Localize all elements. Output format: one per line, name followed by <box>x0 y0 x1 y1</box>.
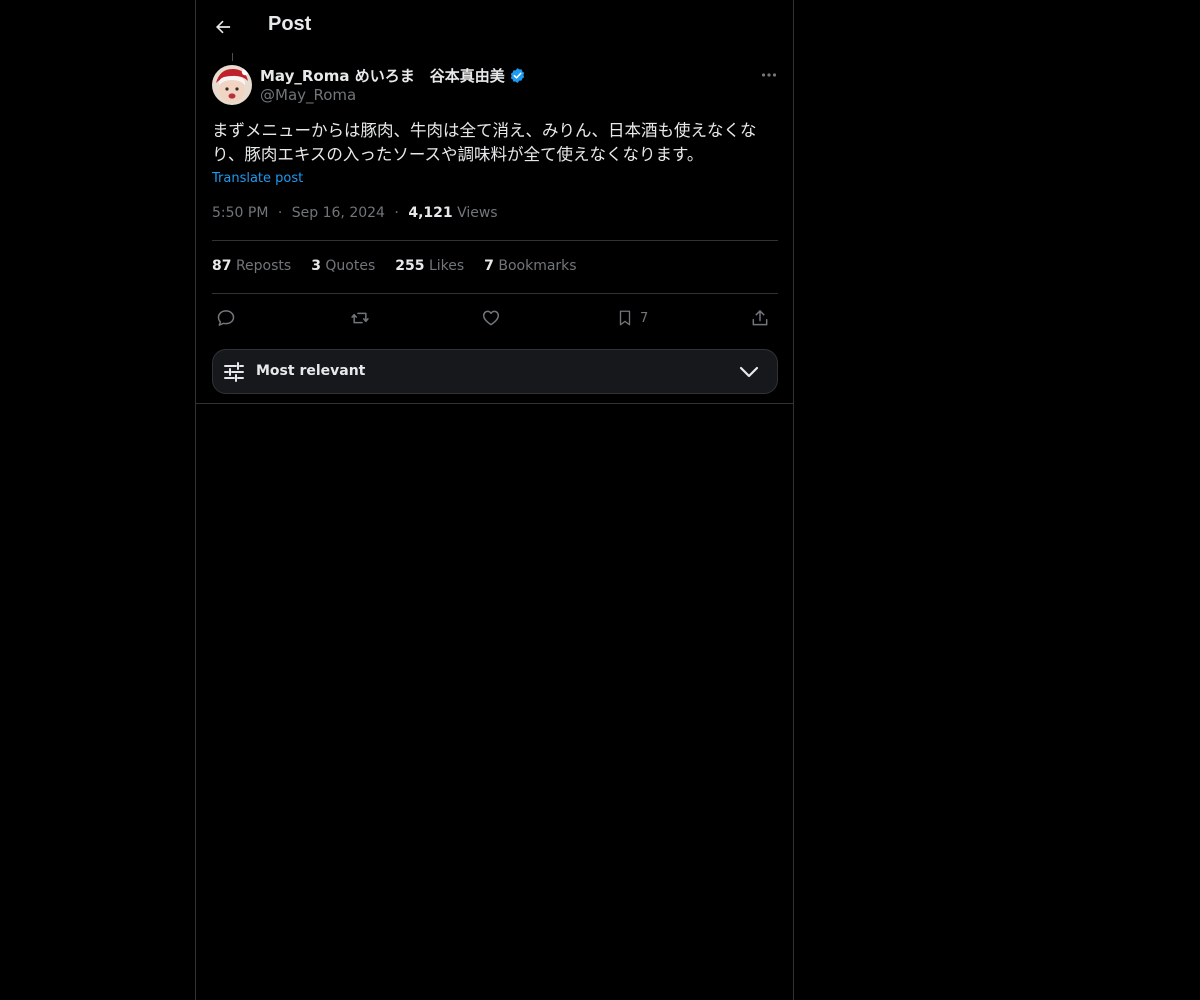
repost-icon <box>351 312 369 324</box>
post-time[interactable]: 5:50 PM <box>212 205 268 221</box>
share-button[interactable] <box>750 303 770 333</box>
likes-label: Likes <box>428 258 465 274</box>
post-meta: 5:50 PM · Sep 16, 2024 · 4,121 Views <box>212 205 498 221</box>
likes-count: 255 <box>395 258 425 274</box>
back-button[interactable] <box>206 10 240 44</box>
page-title: Post <box>268 13 312 35</box>
main-column: Post May_Roma めいろま 谷本真由美 @May_Roma まずメニュ… <box>195 0 794 1000</box>
bookmarks-count: 7 <box>484 258 494 274</box>
like-button[interactable] <box>481 303 501 333</box>
views-label: Views <box>457 205 498 221</box>
quotes-count: 3 <box>311 258 321 274</box>
verified-badge-icon[interactable] <box>509 67 526 84</box>
reposts-stat[interactable]: 87 Reposts <box>212 258 291 274</box>
post-text: まずメニューからは豚肉、牛肉は全て消え、みりん、日本酒も使えなくなり、豚肉エキス… <box>212 121 757 164</box>
bookmark-icon <box>619 310 631 326</box>
post-actions: 7 <box>212 303 778 333</box>
divider <box>212 240 778 241</box>
reply-icon <box>217 310 235 326</box>
divider <box>212 293 778 294</box>
thread-line <box>232 53 233 61</box>
meta-separator: · <box>277 205 283 221</box>
views-count: 4,121 <box>408 205 453 221</box>
repost-button[interactable] <box>349 303 371 333</box>
author-name-row: May_Roma めいろま 谷本真由美 <box>260 64 526 86</box>
bookmark-count: 7 <box>640 310 649 326</box>
meta-separator: · <box>394 205 399 221</box>
post-date[interactable]: Sep 16, 2024 <box>292 205 385 221</box>
avatar-image <box>212 65 252 105</box>
reply-sort-dropdown[interactable]: Most relevant <box>212 349 778 394</box>
more-options-button[interactable] <box>754 64 784 86</box>
heart-icon <box>482 310 500 326</box>
bookmark-button[interactable]: 7 <box>616 303 648 333</box>
quotes-label: Quotes <box>325 258 376 274</box>
share-icon <box>752 310 768 326</box>
reposts-count: 87 <box>212 258 232 274</box>
reply-button[interactable] <box>216 303 236 333</box>
quotes-stat[interactable]: 3 Quotes <box>311 258 375 274</box>
likes-stat[interactable]: 255 Likes <box>395 258 464 274</box>
sliders-icon <box>224 362 244 382</box>
avatar[interactable] <box>212 65 252 105</box>
sort-label: Most relevant <box>256 363 366 379</box>
page-header: Post <box>196 0 793 53</box>
section-divider <box>196 403 793 404</box>
author-handle[interactable]: @May_Roma <box>260 86 356 104</box>
author-display-name[interactable]: May_Roma めいろま 谷本真由美 <box>260 65 505 86</box>
bookmarks-stat[interactable]: 7 Bookmarks <box>484 258 576 274</box>
translate-post-link[interactable]: Translate post <box>212 171 303 186</box>
chevron-down-icon <box>739 366 759 378</box>
reposts-label: Reposts <box>235 258 292 274</box>
more-icon <box>761 73 777 77</box>
bookmarks-label: Bookmarks <box>498 258 577 274</box>
arrow-left-icon <box>216 20 231 34</box>
engagement-stats: 87 Reposts 3 Quotes 255 Likes 7 Bookmark… <box>212 258 577 274</box>
